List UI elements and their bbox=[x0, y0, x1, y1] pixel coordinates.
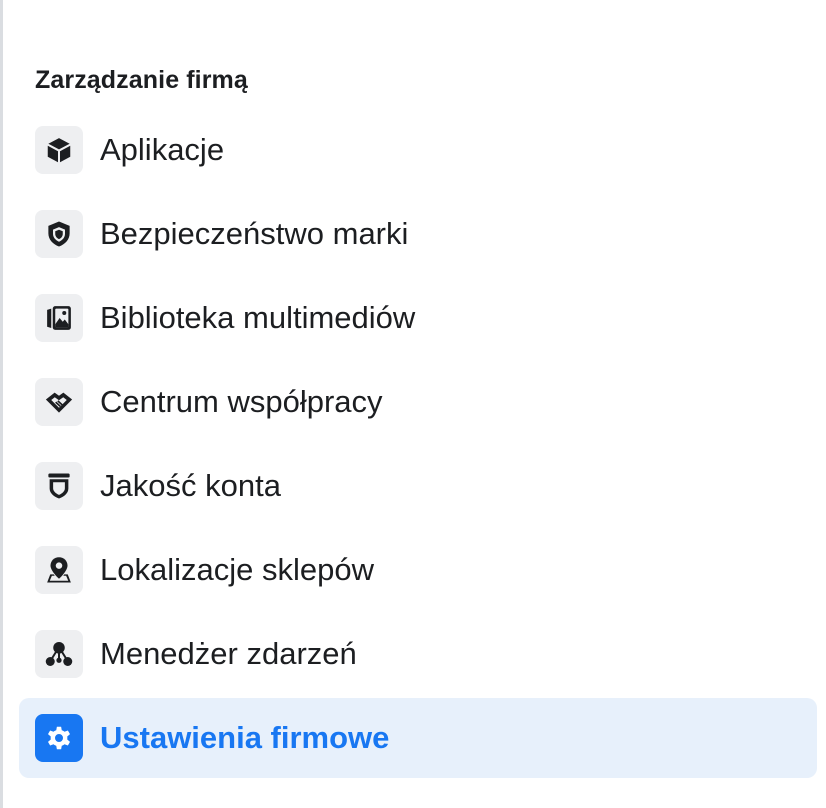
menu-item-label: Bezpieczeństwo marki bbox=[100, 216, 409, 251]
business-menu: Aplikacje Bezpieczeństwo marki Bibliotek… bbox=[19, 110, 817, 782]
business-management-panel: Zarządzanie firmą Aplikacje Bezpieczeńst… bbox=[0, 0, 826, 808]
events-manager-icon bbox=[35, 630, 83, 678]
menu-item-label: Ustawienia firmowe bbox=[100, 720, 390, 755]
menu-item-label: Biblioteka multimediów bbox=[100, 300, 416, 335]
menu-item-store-locations[interactable]: Lokalizacje sklepów bbox=[19, 530, 817, 610]
menu-item-events-manager[interactable]: Menedżer zdarzeń bbox=[19, 614, 817, 694]
gear-icon bbox=[35, 714, 83, 762]
shield-icon bbox=[35, 210, 83, 258]
menu-item-account-quality[interactable]: Jakość konta bbox=[19, 446, 817, 526]
menu-item-label: Menedżer zdarzeń bbox=[100, 636, 357, 671]
media-library-icon bbox=[35, 294, 83, 342]
box-icon bbox=[35, 126, 83, 174]
menu-item-label: Lokalizacje sklepów bbox=[100, 552, 374, 587]
map-pin-icon bbox=[35, 546, 83, 594]
menu-item-label: Jakość konta bbox=[100, 468, 281, 503]
menu-item-label: Aplikacje bbox=[100, 132, 225, 167]
section-title: Zarządzanie firmą bbox=[35, 66, 248, 94]
menu-item-label: Centrum współpracy bbox=[100, 384, 383, 419]
account-quality-icon bbox=[35, 462, 83, 510]
menu-item-media-library[interactable]: Biblioteka multimediów bbox=[19, 278, 817, 358]
menu-item-business-settings[interactable]: Ustawienia firmowe bbox=[19, 698, 817, 778]
menu-item-apps[interactable]: Aplikacje bbox=[19, 110, 817, 190]
handshake-icon bbox=[35, 378, 83, 426]
menu-item-brand-safety[interactable]: Bezpieczeństwo marki bbox=[19, 194, 817, 274]
menu-item-collaboration-center[interactable]: Centrum współpracy bbox=[19, 362, 817, 442]
